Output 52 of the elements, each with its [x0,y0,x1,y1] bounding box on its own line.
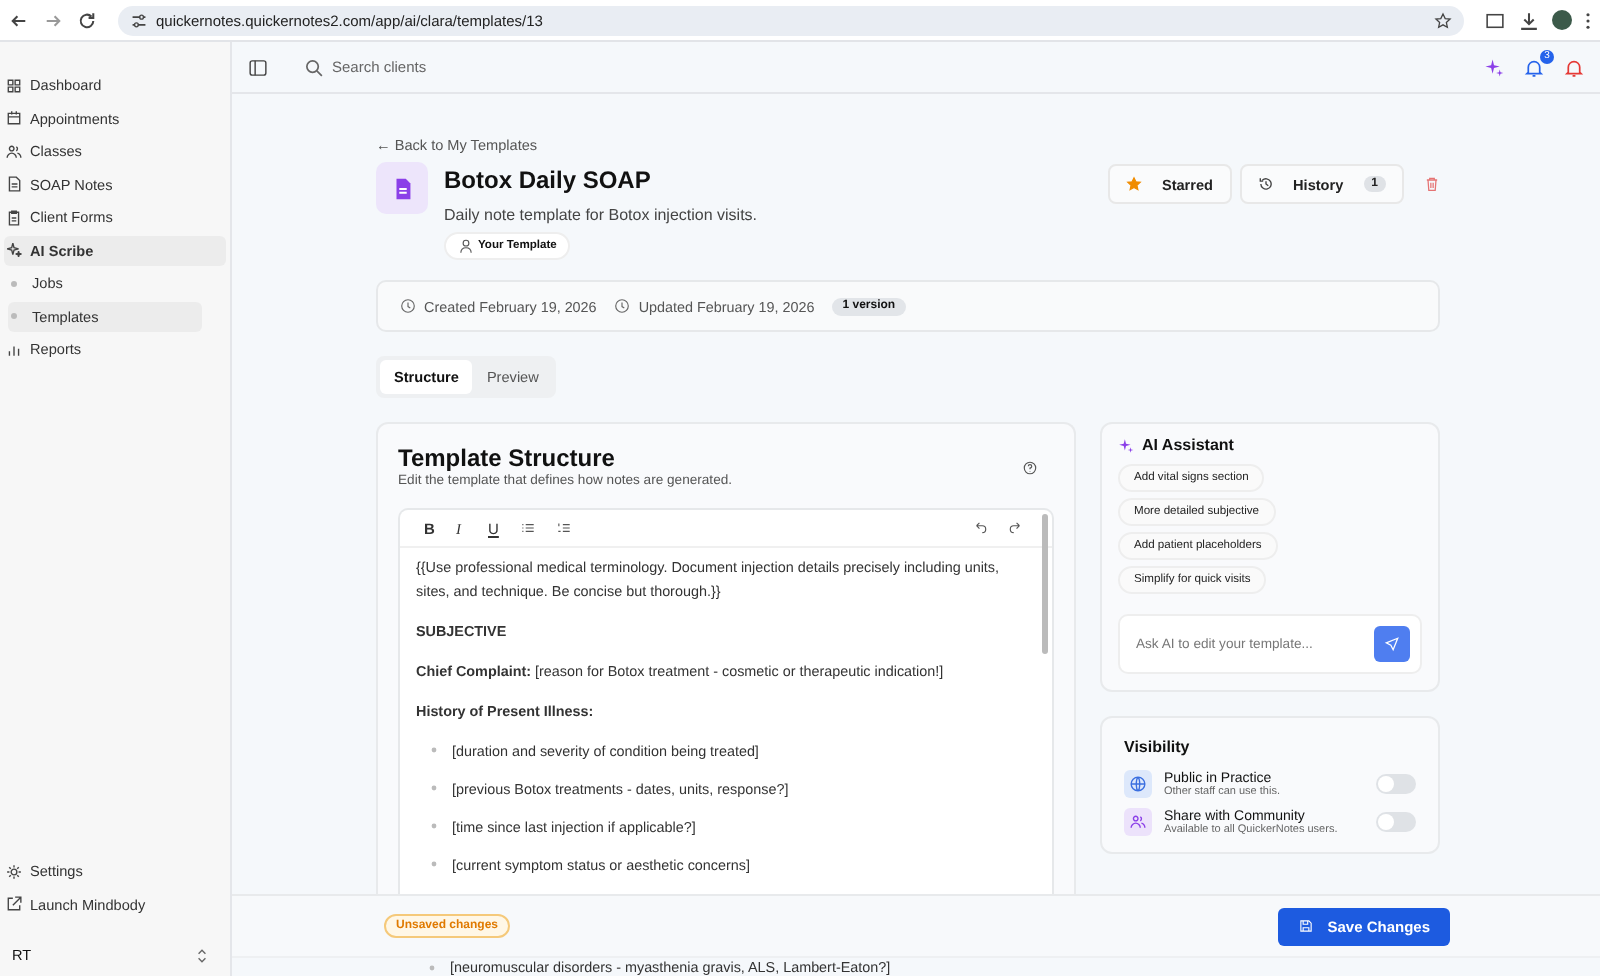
clock-icon [400,298,416,314]
site-settings-icon[interactable] [130,11,148,29]
card-title: Visibility [1124,738,1192,756]
history-icon [1257,176,1274,192]
notification-bell-icon[interactable] [1524,57,1544,77]
globe-icon [1124,770,1152,798]
profile-avatar[interactable] [1552,10,1572,30]
bullet-icon [428,963,436,971]
card-title: AI Assistant [1142,436,1234,454]
scrollbar-thumb[interactable] [1042,514,1048,654]
send-icon [1384,636,1400,652]
grid-icon [6,77,22,94]
toggle-switch[interactable] [1376,812,1416,832]
document-icon [6,176,22,193]
document-icon [376,162,428,214]
clipboard-icon [6,209,22,226]
clock-icon [614,298,631,314]
bullet-list-icon[interactable] [520,520,536,536]
bullet-icon [10,279,18,288]
calendar-icon [6,110,22,127]
people-icon [1124,808,1152,836]
chevron-updown-icon [194,947,210,963]
redo-icon[interactable] [1008,520,1024,536]
bar-chart-icon [6,341,22,358]
alert-bell-icon[interactable] [1564,57,1584,77]
section-title: Template Structure [398,444,617,472]
delete-icon[interactable] [1424,176,1440,192]
download-icon[interactable] [1518,9,1540,31]
settings-icon [6,863,22,880]
search-icon [304,57,324,77]
numbered-list-icon[interactable] [556,520,572,536]
sparkle-icon [1118,437,1134,453]
external-link-icon [6,896,22,913]
people-icon [6,143,22,160]
toggle-switch[interactable] [1376,774,1416,794]
template-description: Daily note template for Botox injection visits. [444,206,758,224]
more-icon[interactable] [1584,9,1592,31]
sidebar-toggle-icon[interactable] [248,57,268,77]
editor[interactable] [398,508,1054,894]
person-icon [458,238,474,254]
undo-icon[interactable] [972,520,988,536]
save-icon [1297,918,1314,934]
reload-icon[interactable] [76,9,98,31]
bullet-icon [10,312,18,321]
sparkle-icon [6,242,22,259]
tab-search-icon[interactable] [1484,9,1506,31]
help-icon[interactable] [1022,460,1038,476]
sparkle-icon[interactable] [1484,57,1504,77]
star-icon [1125,176,1142,192]
send-button[interactable] [1374,626,1410,662]
template-title: Botox Daily SOAP [444,166,651,194]
bookmark-star-icon[interactable] [1434,11,1452,29]
